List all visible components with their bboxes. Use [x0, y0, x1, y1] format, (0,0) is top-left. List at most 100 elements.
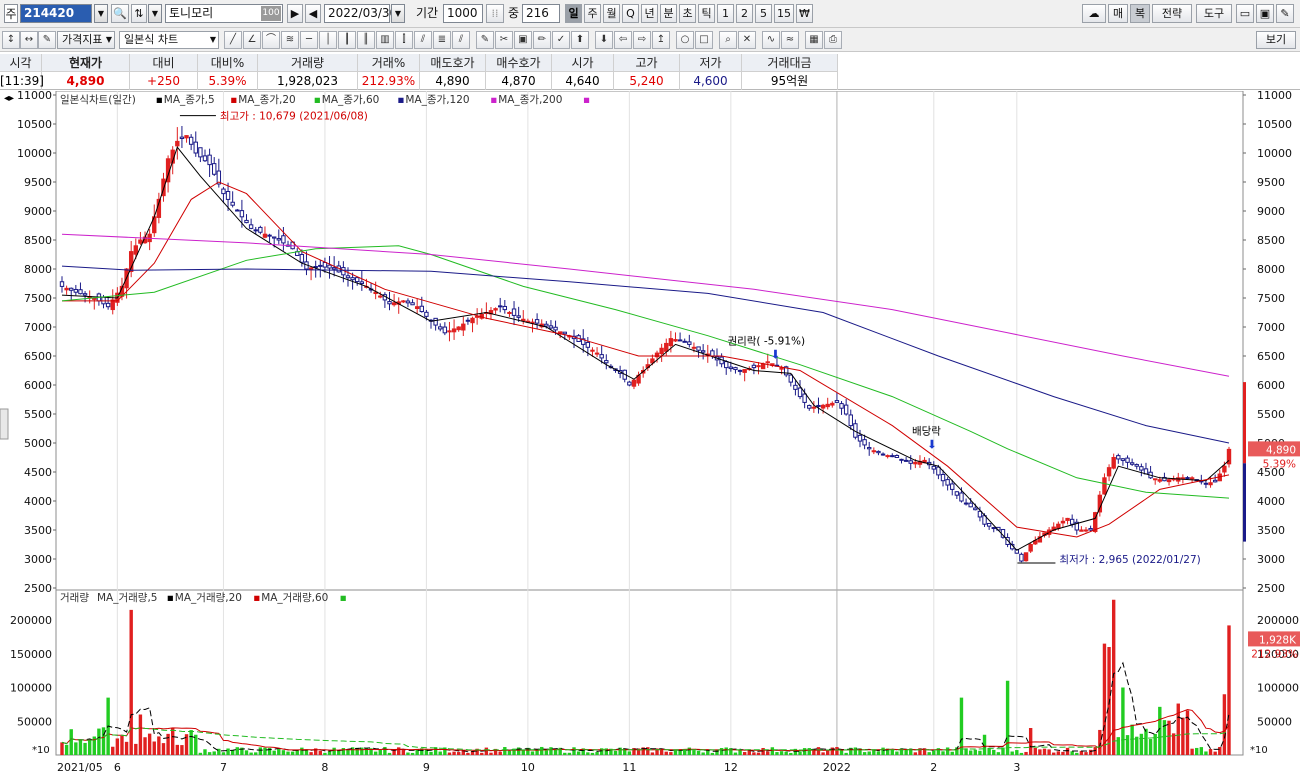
left-icon[interactable]: ⇦ [614, 31, 632, 49]
fill-icon[interactable]: ▣ [514, 31, 532, 49]
volume-bar [1047, 749, 1051, 755]
volume-bar [1213, 751, 1217, 755]
toolbar-button[interactable]: 복 [1130, 4, 1150, 23]
edit-icon[interactable]: ✎ [38, 31, 56, 49]
period-label: 기간 [416, 6, 439, 20]
count-input[interactable]: 216 [522, 4, 560, 23]
fibonacci-icon[interactable]: ≋ [281, 31, 299, 49]
stock-name-field[interactable]: 토니모리 100 [165, 4, 283, 23]
y-tick-label-left: 6000 [24, 379, 52, 392]
circle-icon[interactable]: ○ [676, 31, 694, 49]
interval-button[interactable]: 틱 [698, 4, 715, 23]
y-tick-label-right: 8000 [1257, 263, 1285, 276]
noise-icon[interactable]: ≈ [781, 31, 799, 49]
date-input[interactable]: 2022/03/30 [324, 4, 397, 23]
candle-body [516, 315, 521, 318]
up-icon[interactable]: ⬆ [571, 31, 589, 49]
volume-bar [161, 743, 166, 755]
table-icon[interactable]: ▦ [805, 31, 823, 49]
down-icon[interactable]: ⬇ [595, 31, 613, 49]
volume-bar [69, 729, 73, 755]
x-tick-label: 12 [724, 761, 738, 774]
fan-icon[interactable]: ⫿ [395, 31, 413, 49]
market-label[interactable]: 주 [4, 4, 18, 23]
side-panel-toggle[interactable] [0, 408, 9, 440]
candle-body [1060, 520, 1066, 524]
sort-dropdown-icon[interactable]: ▼ [148, 4, 162, 23]
hline-icon[interactable]: ─ [300, 31, 318, 49]
next-stock-icon[interactable]: ▶ [287, 4, 303, 23]
search-icon[interactable]: 🔍 [111, 4, 129, 23]
volume-bar [397, 747, 401, 755]
trendline-icon[interactable]: ╱ [224, 31, 242, 49]
interval-button[interactable]: 초 [679, 4, 696, 23]
indicator-dropdown[interactable]: 가격지표 ▼ [57, 31, 115, 49]
candle-body [585, 341, 591, 348]
panel-toggle-icon[interactable]: ◂▸ [4, 93, 14, 104]
volume-bar [1121, 687, 1125, 755]
marker-icon[interactable]: ✏ [533, 31, 551, 49]
parallel-icon[interactable]: ⫽ [414, 31, 432, 49]
wrench-icon[interactable]: ✎ [1276, 4, 1294, 23]
interval-button[interactable]: 주 [584, 4, 601, 23]
delete-icon[interactable]: ✕ [738, 31, 756, 49]
right-icon[interactable]: ⇨ [633, 31, 651, 49]
arc-icon[interactable]: ⌒ [262, 31, 280, 49]
chart-type-dropdown[interactable]: 일본식 차트 ▼ [119, 31, 219, 49]
vline2-icon[interactable]: ┃ [338, 31, 356, 49]
date-dropdown-icon[interactable]: ▼ [391, 4, 405, 23]
levels-icon[interactable]: ≣ [433, 31, 451, 49]
volume-bar [83, 742, 87, 755]
print-icon[interactable]: ⎙ [824, 31, 842, 49]
toolbar-button[interactable]: 전략 [1152, 4, 1192, 23]
interval-button[interactable]: ₩ [796, 4, 813, 23]
save-icon[interactable]: ▣ [1256, 4, 1274, 23]
candle-body [101, 296, 106, 305]
candle-body [599, 354, 604, 359]
cloud-icon[interactable]: ☁ [1082, 4, 1106, 23]
stock-code-input[interactable]: 214420 [20, 4, 92, 23]
candle-body [733, 367, 738, 371]
interval-button[interactable]: 1 [717, 4, 734, 23]
grid-icon[interactable]: ▥ [376, 31, 394, 49]
vline-icon[interactable]: │ [319, 31, 337, 49]
export-icon[interactable]: ↥ [652, 31, 670, 49]
interval-button[interactable]: 분 [660, 4, 677, 23]
sort-icon[interactable]: ⇅ [131, 4, 147, 23]
stock-chart[interactable]: ◂▸2500 25003000 30003500 35004000 40004500 45… [0, 89, 1300, 776]
angle-icon[interactable]: ∠ [243, 31, 261, 49]
channel-icon[interactable]: ║ [357, 31, 375, 49]
toolbar-button[interactable]: 도구 [1196, 4, 1232, 23]
arrow-left-right-icon[interactable]: ↔ [20, 31, 38, 49]
view-button[interactable]: 보기 [1256, 31, 1296, 49]
toolbar-button[interactable]: 매 [1108, 4, 1128, 23]
open-folder-icon[interactable]: ▭ [1236, 4, 1254, 23]
zoom-icon[interactable]: ⌕ [719, 31, 737, 49]
check-icon[interactable]: ✓ [552, 31, 570, 49]
candle-body [1166, 479, 1172, 483]
interval-button[interactable]: 2 [736, 4, 753, 23]
pencil-icon[interactable]: ✎ [476, 31, 494, 49]
code-dropdown-icon[interactable]: ▼ [94, 4, 108, 23]
main-toolbar: 주 214420 ▼ 🔍 ⇅ ▼ 토니모리 100 ▶ ◀ 2022/03/30… [0, 0, 1300, 28]
volume-bar [1075, 752, 1079, 755]
interval-button[interactable]: 월 [603, 4, 620, 23]
arrow-up-down-icon[interactable]: ↕ [2, 31, 20, 49]
volume-y-tick-left: 100000 [10, 682, 52, 695]
y-tick-label-right: 7000 [1257, 321, 1285, 334]
interval-button[interactable]: Q [622, 4, 639, 23]
volume-bar [1190, 748, 1194, 755]
scissors-icon[interactable]: ✂ [495, 31, 513, 49]
pitchfork-icon[interactable]: ⫽ [452, 31, 470, 49]
wave-icon[interactable]: ∿ [762, 31, 780, 49]
grid-icon[interactable]: ⁞⁞ [486, 4, 504, 23]
interval-button[interactable]: 5 [755, 4, 772, 23]
rectangle-icon[interactable]: □ [695, 31, 713, 49]
period-input[interactable]: 1000 [443, 4, 483, 23]
interval-button[interactable]: 일 [565, 4, 582, 23]
interval-button[interactable]: 15 [774, 4, 794, 23]
interval-button[interactable]: 년 [641, 4, 658, 23]
prev-stock-icon[interactable]: ◀ [305, 4, 321, 23]
quote-header: 고가 [614, 54, 680, 72]
legend-swatch: ▪ [230, 94, 237, 106]
